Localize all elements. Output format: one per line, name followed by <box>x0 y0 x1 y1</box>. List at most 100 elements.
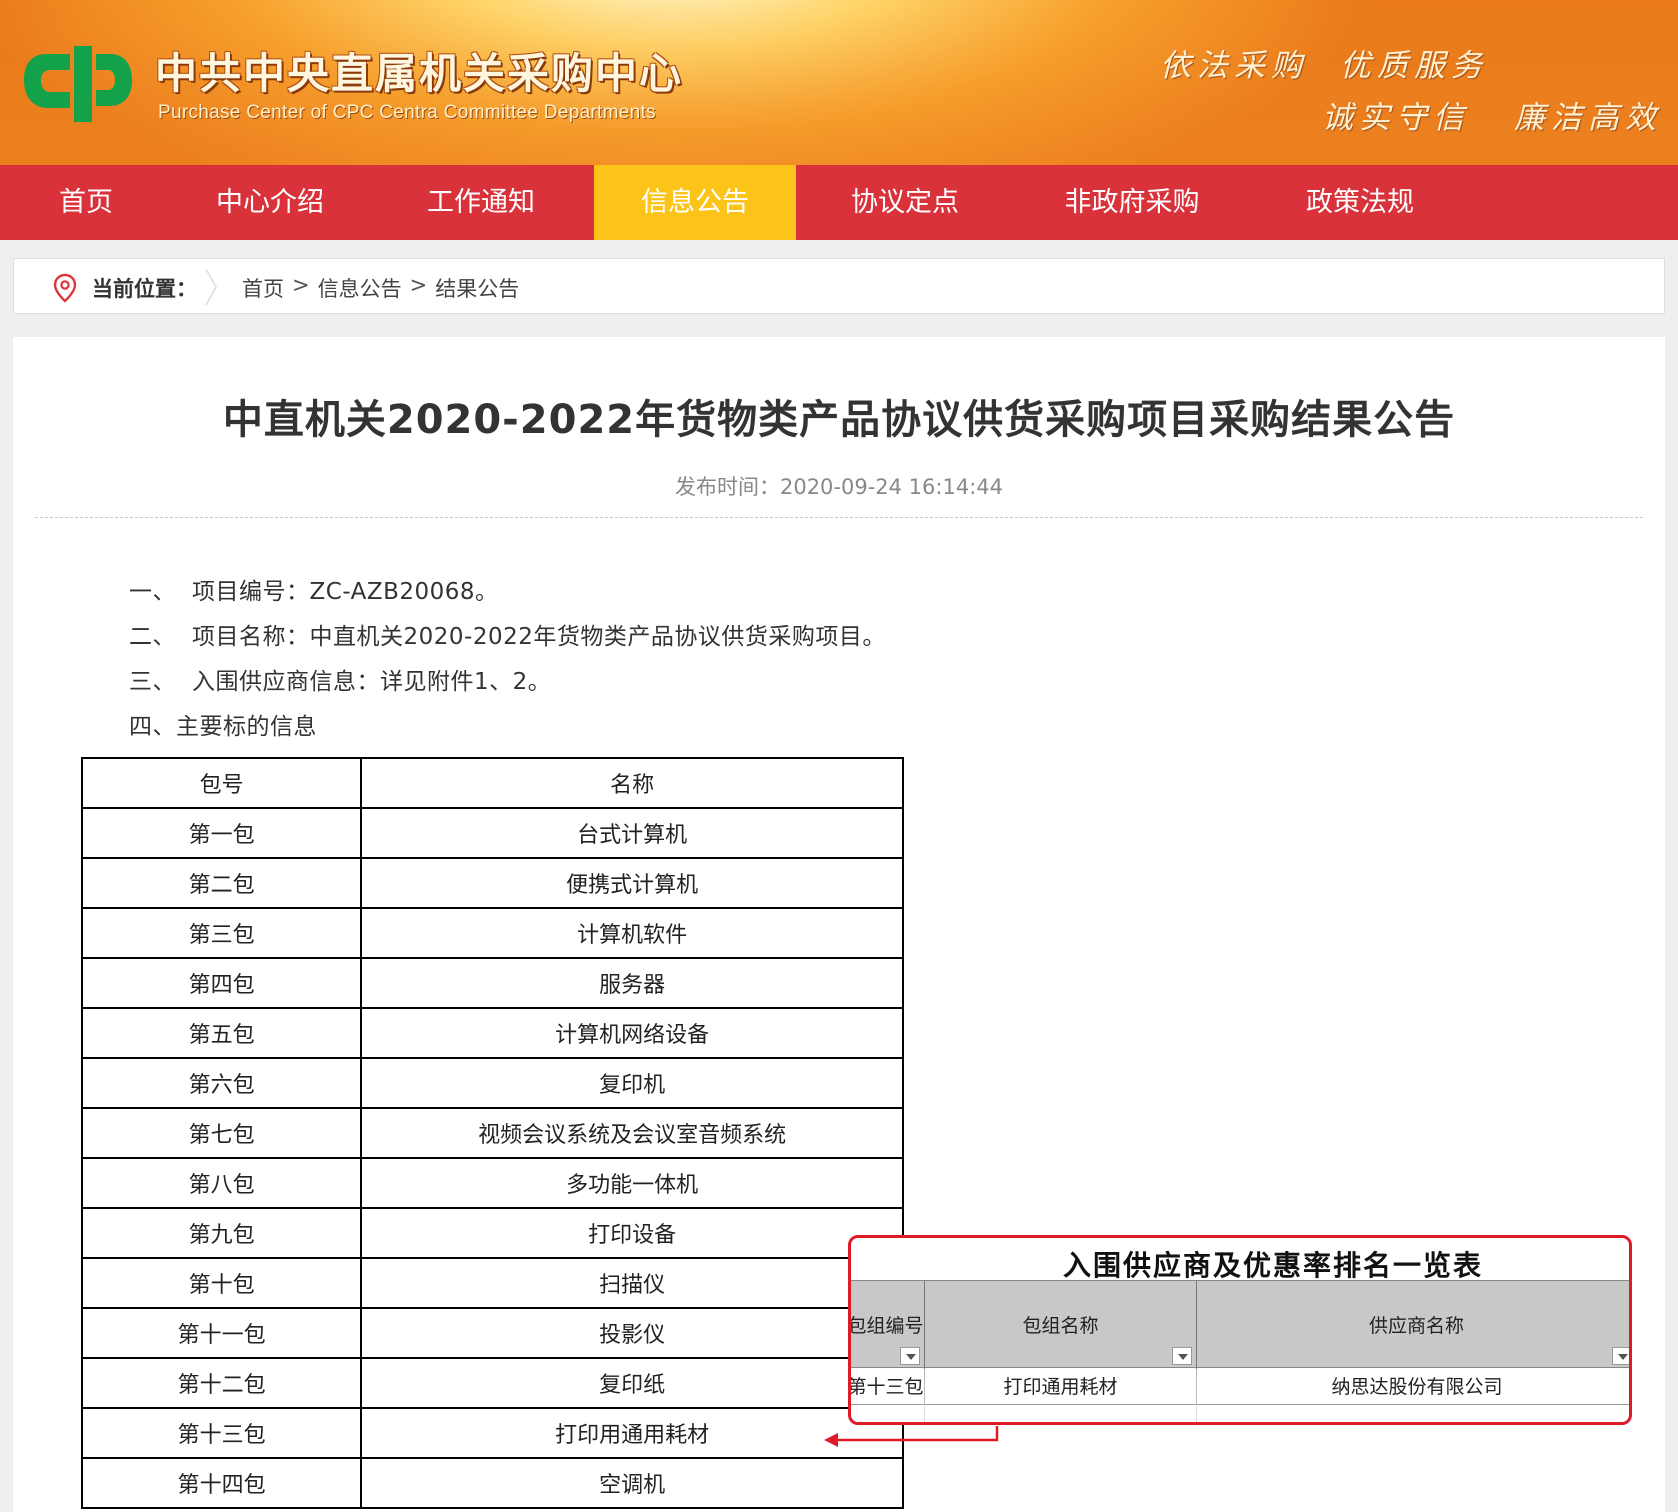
inset-cell-group-no: 第十三包 <box>851 1369 925 1405</box>
paragraph-supplier-info: 三、 入围供应商信息：详见附件1、2。 <box>129 662 551 696</box>
inset-data-row: 第十三包 打印通用耗材 纳思达股份有限公司 <box>851 1369 1629 1405</box>
paragraph-text: 入围供应商信息：详见附件1、2。 <box>192 669 552 695</box>
package-number-cell: 第二包 <box>80 857 363 909</box>
section-main-info-heading: 四、主要标的信息 <box>129 714 317 740</box>
filter-dropdown-icon[interactable] <box>900 1347 920 1365</box>
slogan-4: 廉洁高效 <box>1514 100 1662 136</box>
column-header-package-no: 包号 <box>80 757 363 809</box>
inset-column-supplier: 供应商名称 <box>1197 1281 1629 1369</box>
package-name-cell: 台式计算机 <box>360 807 904 859</box>
column-header-name: 名称 <box>360 757 904 809</box>
paragraph-text: 项目名称：中直机关2020-2022年货物类产品协议供货采购项目。 <box>192 624 886 650</box>
filter-dropdown-icon[interactable] <box>1172 1347 1192 1365</box>
package-name-cell: 视频会议系统及会议室音频系统 <box>360 1107 904 1159</box>
slogan-1: 依法采购 <box>1160 48 1308 84</box>
article-date: 发布时间：2020-09-24 16:14:44 <box>13 471 1665 501</box>
package-name-cell: 计算机网络设备 <box>360 1007 904 1059</box>
filter-dropdown-icon[interactable] <box>1612 1347 1629 1365</box>
package-number-cell: 第九包 <box>80 1207 363 1259</box>
inset-column-group-no: 包组编号 <box>848 1281 925 1369</box>
paragraph-project-number: 一、 项目编号：ZC-AZB20068。 <box>129 572 499 606</box>
package-number-cell: 第一包 <box>80 807 363 859</box>
package-name-cell: 计算机软件 <box>360 907 904 959</box>
breadcrumb-arrow: > <box>409 273 428 297</box>
nav-item-policy[interactable]: 政策法规 <box>1250 165 1470 240</box>
nav-item-info-announcement[interactable]: 信息公告 <box>594 165 796 240</box>
nav-item-about[interactable]: 中心介绍 <box>172 165 368 240</box>
date-value: 2020-09-24 16:14:44 <box>779 475 1004 499</box>
site-header: 中共中央直属机关采购中心 Purchase Center of CPC Cent… <box>0 0 1678 165</box>
table-row: 第十四包 空调机 <box>80 1457 904 1509</box>
table-row: 第五包 计算机网络设备 <box>80 1007 904 1059</box>
package-name-cell: 复印纸 <box>360 1357 904 1409</box>
inset-title: 入围供应商及优惠率排名一览表 <box>1062 1249 1483 1282</box>
package-number-cell: 第三包 <box>80 907 363 959</box>
breadcrumb-path: 首页 > 信息公告 > 结果公告 <box>242 273 519 303</box>
breadcrumb-home-link[interactable]: 首页 <box>242 273 284 303</box>
supplier-ranking-inset: 入围供应商及优惠率排名一览表 包组编号 包组名称 供应商名称 第十三包 打印通用… <box>848 1235 1632 1425</box>
inset-header-label: 包组名称 <box>1022 1315 1099 1337</box>
table-row: 第七包 视频会议系统及会议室音频系统 <box>80 1107 904 1159</box>
inset-cell-group-name: 打印通用耗材 <box>925 1369 1197 1405</box>
table-row: 第十三包 打印用通用耗材 <box>80 1407 904 1459</box>
paragraph-project-name: 二、 项目名称：中直机关2020-2022年货物类产品协议供货采购项目。 <box>129 617 886 651</box>
inset-cell-supplier: 纳思达股份有限公司 <box>1331 1376 1503 1398</box>
breadcrumb-info-link[interactable]: 信息公告 <box>318 273 402 303</box>
main-nav: 首页 中心介绍 工作通知 信息公告 协议定点 非政府采购 政策法规 <box>0 165 1678 240</box>
table-row: 第六包 复印机 <box>80 1057 904 1109</box>
package-number-cell: 第十包 <box>80 1257 363 1309</box>
package-number-cell: 第十四包 <box>80 1457 363 1509</box>
site-title: 中共中央直属机关采购中心 <box>155 49 684 98</box>
package-number-cell: 第十二包 <box>80 1357 363 1409</box>
slogan-2: 优质服务 <box>1340 48 1488 84</box>
package-name-cell: 复印机 <box>360 1057 904 1109</box>
table-row: 第十一包 投影仪 <box>80 1307 904 1359</box>
package-name-cell: 多功能一体机 <box>360 1157 904 1209</box>
package-name-cell: 便携式计算机 <box>360 857 904 909</box>
slogan-3: 诚实守信 <box>1322 100 1470 136</box>
breadcrumb-label: 当前位置： <box>92 277 197 301</box>
package-name-cell: 服务器 <box>360 957 904 1009</box>
nav-item-non-gov-procurement[interactable]: 非政府采购 <box>1014 165 1250 240</box>
paragraph-number: 二、 <box>129 624 176 650</box>
nav-item-work-notice[interactable]: 工作通知 <box>368 165 594 240</box>
table-row: 第九包 打印设备 <box>80 1207 904 1259</box>
package-number-cell: 第五包 <box>80 1007 363 1059</box>
nav-item-agreement[interactable]: 协议定点 <box>796 165 1014 240</box>
package-table: 包号 名称 第一包 台式计算机 第二包 便携式计算机 第三包 计算机软件 第四包 服务器 第五包… <box>80 757 904 1509</box>
cpc-purchase-logo-icon[interactable] <box>18 40 136 124</box>
date-label: 发布时间： <box>674 475 780 499</box>
table-row: 第十包 扫描仪 <box>80 1257 904 1309</box>
inset-header-label: 包组编号 <box>848 1315 924 1337</box>
nav-item-home[interactable]: 首页 <box>0 165 172 240</box>
table-header-row: 包号 名称 <box>80 757 904 809</box>
breadcrumb-arrow: > <box>292 273 310 297</box>
paragraph-number: 三、 <box>129 669 176 695</box>
article-divider <box>35 517 1643 518</box>
paragraph-number: 一、 <box>129 579 176 605</box>
package-number-cell: 第八包 <box>80 1157 363 1209</box>
table-row: 第三包 计算机软件 <box>80 907 904 959</box>
package-number-cell: 第七包 <box>80 1107 363 1159</box>
table-row: 第十二包 复印纸 <box>80 1357 904 1409</box>
table-row: 第二包 便携式计算机 <box>80 857 904 909</box>
breadcrumb-divider <box>205 268 217 306</box>
site-subtitle: Purchase Center of CPC Centra Committee … <box>158 102 656 123</box>
inset-header-label: 供应商名称 <box>1368 1315 1464 1337</box>
package-name-cell: 扫描仪 <box>360 1257 904 1309</box>
table-row: 第四包 服务器 <box>80 957 904 1009</box>
location-pin-icon <box>53 273 77 303</box>
paragraph-text: 项目编号：ZC-AZB20068。 <box>192 579 499 605</box>
package-name-cell: 投影仪 <box>360 1307 904 1359</box>
inset-column-group-name: 包组名称 <box>925 1281 1197 1369</box>
inset-header-row: 包组编号 包组名称 供应商名称 <box>848 1280 1629 1369</box>
package-number-cell: 第十一包 <box>80 1307 363 1359</box>
package-name-cell: 空调机 <box>360 1457 904 1509</box>
connector-arrow-icon <box>824 1426 999 1447</box>
table-row: 第八包 多功能一体机 <box>80 1157 904 1209</box>
package-table-body: 第一包 台式计算机 第二包 便携式计算机 第三包 计算机软件 第四包 服务器 第五包 计算机网络设… <box>80 807 904 1509</box>
table-row: 第一包 台式计算机 <box>80 807 904 859</box>
breadcrumb-result-link[interactable]: 结果公告 <box>435 273 519 303</box>
package-number-cell: 第四包 <box>80 957 363 1009</box>
package-number-cell: 第十三包 <box>80 1407 363 1459</box>
